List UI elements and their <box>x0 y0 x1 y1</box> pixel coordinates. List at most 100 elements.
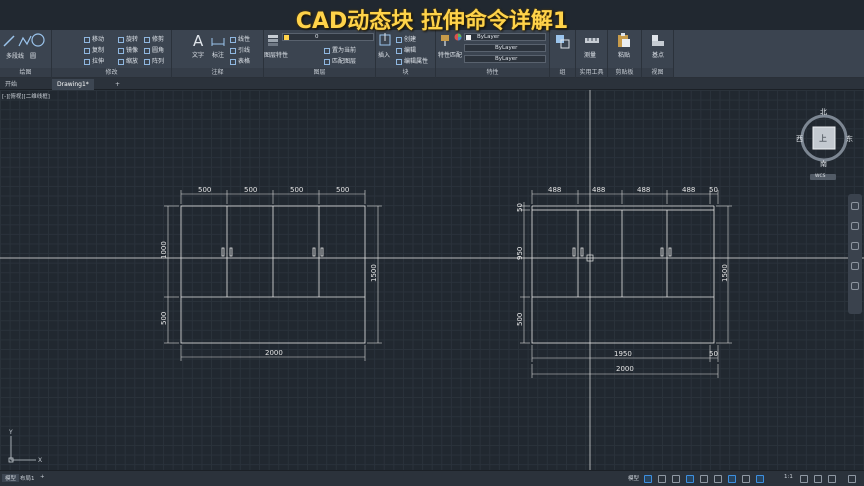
viewcube-east[interactable]: 东 <box>846 134 853 144</box>
annotation-scale-icon[interactable] <box>756 475 764 483</box>
tool-match-properties-label[interactable]: 特性匹配 <box>438 50 462 59</box>
tool-insert-label[interactable]: 插入 <box>378 50 390 59</box>
drawing-area: 500 500 500 500 1000 500 1500 2000 488 4… <box>0 90 864 470</box>
tab-add-layout[interactable]: + <box>40 474 45 480</box>
orbit-icon[interactable] <box>851 262 859 270</box>
measure-icon[interactable] <box>584 33 600 47</box>
panel-title-utilities[interactable]: 实用工具 <box>576 68 607 77</box>
layer-properties-icon[interactable] <box>266 33 280 47</box>
tool-dim-label[interactable]: 标注 <box>212 50 224 59</box>
insert-block-icon[interactable] <box>378 33 392 47</box>
cabinet-right-handle-4 <box>668 247 672 257</box>
tab-model[interactable]: 模型 <box>2 474 20 482</box>
viewcube-west[interactable]: 西 <box>796 134 803 144</box>
showmotion-icon[interactable] <box>851 282 859 290</box>
match-layer-icon <box>324 58 330 65</box>
tool-measure-label[interactable]: 测量 <box>584 50 596 59</box>
viewcube-top-face[interactable]: 上 <box>819 133 827 144</box>
panel-title-draw[interactable]: 绘图 <box>0 68 51 77</box>
wcs-menu[interactable]: WCS <box>815 174 825 179</box>
panel-title-clipboard[interactable]: 剪贴板 <box>608 68 641 77</box>
tab-start[interactable]: 开始 <box>0 79 22 90</box>
line-tool-icon[interactable] <box>2 34 16 48</box>
status-bar: 模型 布局1 + 模型 1:1 <box>0 470 864 486</box>
tool-rotate[interactable]: 旋转 <box>118 34 138 43</box>
viewcube-south[interactable]: 南 <box>820 159 827 169</box>
color-swatch <box>466 35 471 40</box>
ortho-icon[interactable] <box>672 475 680 483</box>
panel-utilities: 测量 实用工具 <box>576 30 608 78</box>
tab-add[interactable]: + <box>110 79 125 90</box>
tool-fillet[interactable]: 圆角 <box>144 45 164 54</box>
panel-title-properties[interactable]: 特性 <box>436 68 549 77</box>
tool-move[interactable]: 移动 <box>84 34 104 43</box>
ucs-y-label: Y <box>8 429 13 436</box>
tool-match-layer[interactable]: 匹配图层 <box>324 56 356 65</box>
panel-title-modify[interactable]: 修改 <box>52 68 171 77</box>
tool-leader[interactable]: 引线 <box>230 45 250 54</box>
lineweight-icon[interactable] <box>728 475 736 483</box>
panel-title-annotation[interactable]: 注释 <box>172 68 263 77</box>
dim-right-top-1: 488 <box>548 186 561 194</box>
panel-title-view[interactable]: 视图 <box>642 68 673 77</box>
osnap-icon[interactable] <box>700 475 708 483</box>
snap-icon[interactable] <box>658 475 666 483</box>
viewcube-north[interactable]: 北 <box>820 107 827 117</box>
lineweight-dropdown[interactable]: ByLayer <box>464 55 546 63</box>
dimension-tool-icon[interactable] <box>210 34 226 48</box>
tool-copy[interactable]: 复制 <box>84 45 104 54</box>
tool-edit-attributes[interactable]: 编辑属性 <box>396 56 428 65</box>
tool-text-label[interactable]: 文字 <box>192 50 204 59</box>
panel-title-group[interactable]: 组 <box>550 68 575 77</box>
tab-layout1[interactable]: 布局1 <box>20 474 35 482</box>
panel-modify: 移动 旋转 修剪 复制 镜像 圆角 拉伸 缩放 阵列 修改 <box>52 30 172 78</box>
panel-view: 基点 视图 <box>642 30 674 78</box>
tool-scale[interactable]: 缩放 <box>118 56 138 65</box>
tool-create-block[interactable]: 创建 <box>396 34 416 43</box>
drawing-canvas[interactable]: [-][俯视][二维线框] 500 500 500 500 1000 500 1… <box>0 90 864 470</box>
annotation-scale-value[interactable]: 1:1 <box>784 474 793 480</box>
dim-left-top-2: 500 <box>244 186 257 194</box>
transparency-icon[interactable] <box>742 475 750 483</box>
grid-icon[interactable] <box>644 475 652 483</box>
pan-icon[interactable] <box>851 222 859 230</box>
tool-paste-label[interactable]: 粘贴 <box>618 50 630 59</box>
polar-icon[interactable] <box>686 475 694 483</box>
ribbon: 多段线 圆 绘图 移动 旋转 修剪 复制 镜像 圆角 拉伸 缩放 阵列 修改 A… <box>0 30 864 78</box>
panel-properties: 特性匹配 ByLayer ByLayer ByLayer 特性 <box>436 30 550 78</box>
tool-mirror[interactable]: 镜像 <box>118 45 138 54</box>
workspace-gear-icon[interactable] <box>800 475 808 483</box>
tool-linear[interactable]: 线性 <box>230 34 250 43</box>
panel-title-block[interactable]: 块 <box>376 68 435 77</box>
tab-drawing1[interactable]: Drawing1* <box>52 79 94 90</box>
tool-polyline-label[interactable]: 多段线 <box>6 51 24 60</box>
tool-array[interactable]: 阵列 <box>144 56 164 65</box>
cabinet-right[interactable] <box>531 205 715 344</box>
tool-circle-label[interactable]: 圆 <box>30 51 36 60</box>
tool-table[interactable]: 表格 <box>230 56 250 65</box>
match-properties-icon[interactable] <box>438 33 452 47</box>
customize-menu-icon[interactable] <box>848 475 856 483</box>
dim-left-right: 1500 <box>370 264 378 282</box>
linetype-dropdown[interactable]: ByLayer <box>464 44 546 52</box>
dim-right-left-top: 50 <box>516 203 524 212</box>
fillet-icon <box>144 47 150 54</box>
cabinet-left[interactable] <box>180 205 366 344</box>
otrack-icon[interactable] <box>714 475 722 483</box>
panel-title-layers[interactable]: 图层 <box>264 68 375 77</box>
group-icon[interactable] <box>555 34 571 50</box>
tool-edit-block[interactable]: 编辑 <box>396 45 416 54</box>
viewcube[interactable]: 北 南 西 东 上 WCS <box>795 106 855 182</box>
zoom-icon[interactable] <box>851 242 859 250</box>
tool-stretch[interactable]: 拉伸 <box>84 56 104 65</box>
annotation-monitor-icon[interactable] <box>814 475 822 483</box>
tool-set-current[interactable]: 置为当前 <box>324 45 356 54</box>
model-space-label[interactable]: 模型 <box>628 474 639 482</box>
tool-layer-properties-label[interactable]: 图层特性 <box>264 50 288 59</box>
base-point-icon[interactable] <box>650 33 666 47</box>
full-navigation-wheel-icon[interactable] <box>851 202 859 210</box>
tool-trim[interactable]: 修剪 <box>144 34 164 43</box>
tool-base-label[interactable]: 基点 <box>652 50 664 59</box>
isolate-objects-icon[interactable] <box>828 475 836 483</box>
viewcube-graphic <box>800 114 848 180</box>
